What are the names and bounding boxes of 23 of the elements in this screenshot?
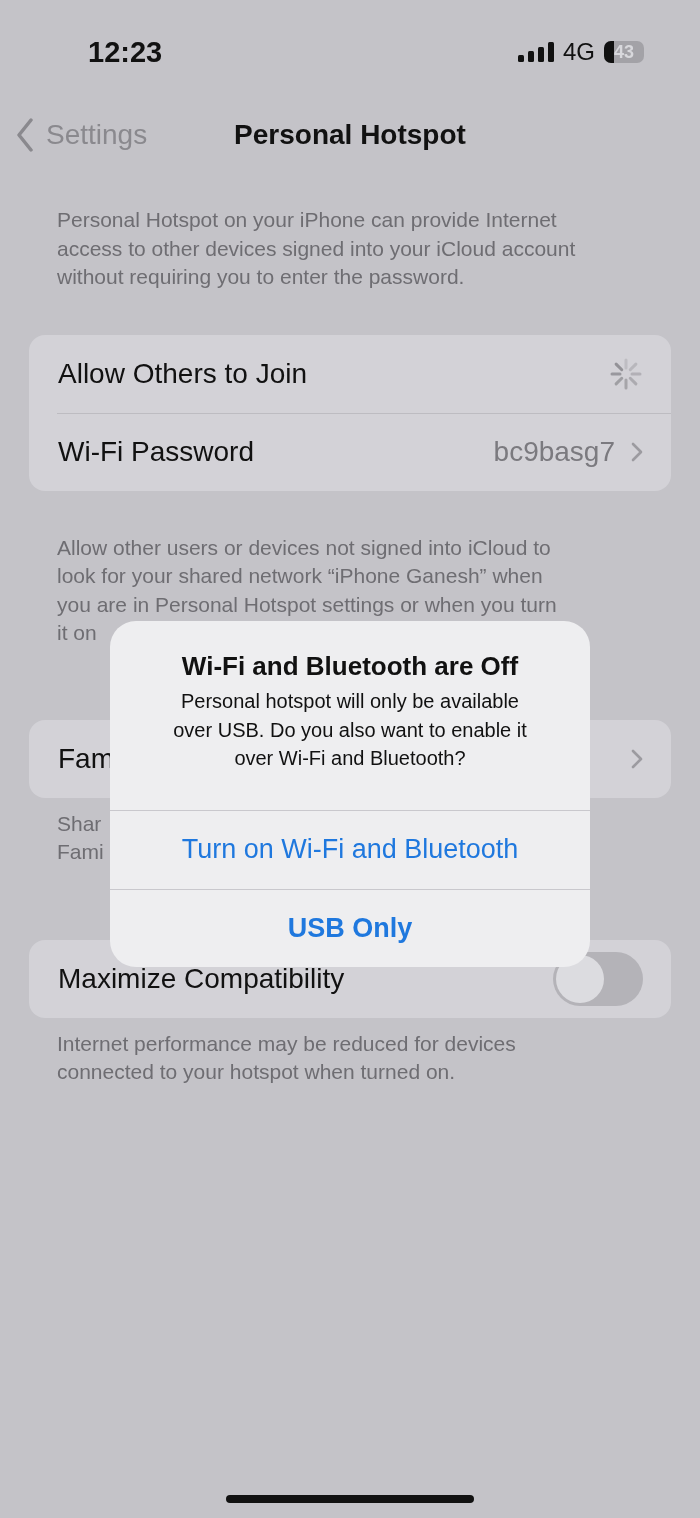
footer-text: Fami bbox=[57, 839, 104, 865]
status-time: 12:23 bbox=[88, 35, 163, 69]
footer-text: look for your shared network “iPhone Ganesh” when bbox=[57, 563, 543, 589]
footer-text: Internet performance may be reduced for devices connected to your hotspot when turned on. bbox=[57, 1030, 517, 1085]
alert-button[interactable]: USB Only bbox=[110, 888, 590, 967]
spinner-icon bbox=[609, 356, 643, 391]
network-label: 4G bbox=[563, 38, 595, 66]
chevron-right-icon bbox=[631, 442, 643, 462]
signal-icon bbox=[518, 42, 554, 62]
footer-text: you are in Personal Hotspot settings or when you turn bbox=[57, 591, 557, 618]
settings-row[interactable]: Allow Others to Join bbox=[29, 334, 671, 413]
settings-row[interactable]: Wi-Fi Password bc9basg7 bbox=[57, 412, 671, 491]
chevron-left-icon bbox=[16, 118, 34, 152]
chevron-right-icon bbox=[631, 748, 643, 769]
footer-text: it on bbox=[57, 620, 97, 646]
back-button[interactable]: Settings bbox=[16, 118, 148, 152]
alert-message: Personal hotspot will only be available over USB. Do you also want to enable it over Wi-Fi and Bluetooth? bbox=[172, 689, 528, 771]
description-text: Personal Hotspot on your iPhone can provide Internet access to other devices signed into your iCloud account without requiring you to enter the password. bbox=[57, 207, 577, 290]
footer-text: Allow other users or devices not signed into iCloud to bbox=[57, 534, 551, 561]
page-title: Personal Hotspot bbox=[233, 119, 467, 151]
alert-button[interactable]: Turn on Wi-Fi and Bluetooth bbox=[110, 810, 590, 889]
alert-title: Wi-Fi and Bluetooth are Off bbox=[180, 651, 520, 681]
footer-text: Shar bbox=[57, 810, 102, 837]
